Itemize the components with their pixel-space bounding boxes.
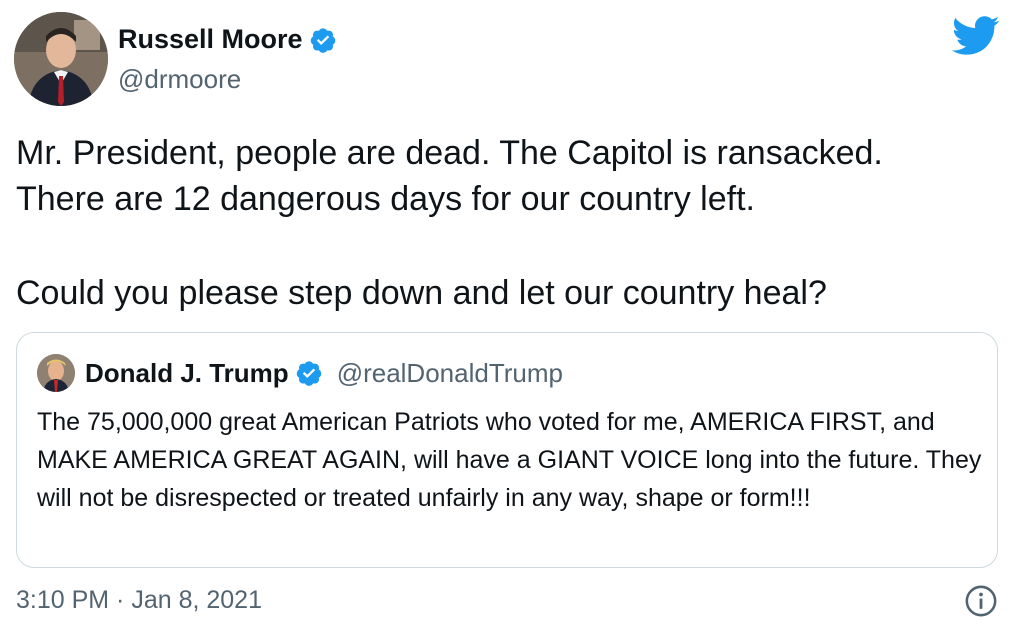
verified-badge-icon xyxy=(296,361,321,386)
tweet-timestamp[interactable]: 3:10 PM · Jan 8, 2021 xyxy=(16,586,262,615)
tweet-line: Could you please step down and let our c… xyxy=(16,274,827,312)
quoted-author-handle: @realDonaldTrump xyxy=(336,357,563,388)
tweet-line: Mr. President, people are dead. The Capi… xyxy=(16,134,883,172)
quoted-author-name-row: Donald J. Trump xyxy=(85,358,323,389)
author-name[interactable]: Russell Moore xyxy=(118,24,303,55)
quoted-author-avatar xyxy=(37,354,75,392)
quoted-tweet[interactable]: Donald J. Trump @realDonaldTrump The 75,… xyxy=(16,332,998,568)
verified-badge-icon xyxy=(310,27,335,53)
tweet-body: Mr. President, people are dead. The Capi… xyxy=(16,130,1006,316)
tweet-card: Russell Moore @drmoore Mr. President, pe… xyxy=(0,0,1024,630)
quoted-tweet-text: The 75,000,000 great American Patriots w… xyxy=(37,408,982,512)
quoted-tweet-header: Donald J. Trump @realDonaldTrump xyxy=(37,353,563,393)
author-handle[interactable]: @drmoore xyxy=(118,64,241,95)
tweet-line: There are 12 dangerous days for our coun… xyxy=(16,180,755,218)
author-name-row[interactable]: Russell Moore xyxy=(118,24,337,55)
author-avatar[interactable] xyxy=(14,12,108,106)
quoted-author-name: Donald J. Trump xyxy=(85,357,289,388)
twitter-bird-icon xyxy=(952,16,1000,55)
info-icon[interactable] xyxy=(964,584,998,618)
